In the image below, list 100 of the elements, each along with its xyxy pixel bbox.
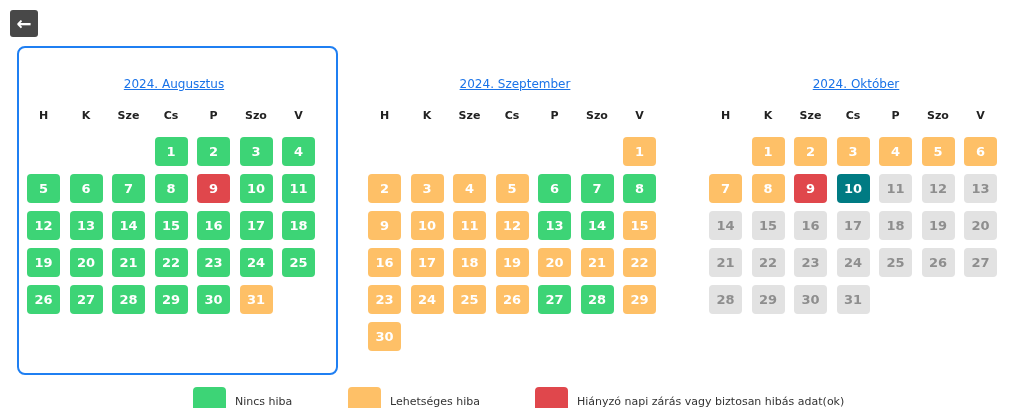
day-button[interactable]: 16	[197, 211, 230, 240]
day-button[interactable]: 10	[836, 174, 870, 203]
day-button[interactable]: 16	[794, 211, 827, 240]
day-button[interactable]: 9	[794, 174, 827, 203]
weekday-header: Szo	[244, 108, 268, 124]
weekday-header: H	[378, 108, 391, 124]
day-button[interactable]: 2	[794, 137, 827, 166]
day-button[interactable]: 8	[623, 174, 656, 203]
day-button[interactable]: 8	[751, 174, 785, 203]
day-button[interactable]: 29	[154, 285, 188, 314]
day-button[interactable]: 26	[27, 285, 60, 314]
day-button[interactable]: 7	[580, 174, 614, 203]
day-button[interactable]: 31	[836, 285, 870, 314]
day-button[interactable]: 26	[495, 285, 529, 314]
day-button[interactable]: 5	[495, 174, 529, 203]
day-button[interactable]: 18	[879, 211, 912, 240]
day-button[interactable]: 13	[538, 211, 571, 240]
day-button[interactable]: 12	[921, 174, 955, 203]
day-button[interactable]: 21	[580, 248, 614, 277]
day-button[interactable]: 12	[27, 211, 60, 240]
day-button[interactable]: 24	[410, 285, 444, 314]
day-button[interactable]: 13	[964, 174, 997, 203]
month-link[interactable]: 2024. Szeptember	[368, 74, 662, 94]
day-button[interactable]: 9	[368, 211, 401, 240]
day-button[interactable]: 21	[709, 248, 742, 277]
day-button[interactable]: 23	[794, 248, 827, 277]
day-button[interactable]: 2	[197, 137, 230, 166]
day-button[interactable]: 22	[623, 248, 656, 277]
day-button[interactable]: 25	[453, 285, 486, 314]
day-button[interactable]: 15	[623, 211, 656, 240]
day-button[interactable]: 28	[580, 285, 614, 314]
day-button[interactable]: 1	[623, 137, 656, 166]
day-button[interactable]: 4	[282, 137, 315, 166]
day-button[interactable]: 27	[69, 285, 103, 314]
day-button[interactable]: 20	[69, 248, 103, 277]
day-button[interactable]: 24	[239, 248, 273, 277]
day-button[interactable]: 31	[239, 285, 273, 314]
day-button[interactable]: 27	[964, 248, 997, 277]
day-button[interactable]: 17	[239, 211, 273, 240]
day-button[interactable]: 30	[368, 322, 401, 351]
day-button[interactable]: 24	[836, 248, 870, 277]
day-button[interactable]: 22	[751, 248, 785, 277]
day-button[interactable]: 23	[368, 285, 401, 314]
day-button[interactable]: 3	[239, 137, 273, 166]
day-button[interactable]: 11	[453, 211, 486, 240]
day-button[interactable]: 5	[921, 137, 955, 166]
day-button[interactable]: 10	[239, 174, 273, 203]
day-button[interactable]: 23	[197, 248, 230, 277]
legend-label: Nincs hiba	[235, 394, 293, 408]
day-button[interactable]: 26	[921, 248, 955, 277]
day-button[interactable]: 2	[368, 174, 401, 203]
day-button[interactable]: 30	[794, 285, 827, 314]
day-button[interactable]: 4	[453, 174, 486, 203]
day-button[interactable]: 7	[709, 174, 742, 203]
day-button[interactable]: 10	[410, 211, 444, 240]
day-button[interactable]: 17	[836, 211, 870, 240]
day-button[interactable]: 21	[112, 248, 145, 277]
day-button[interactable]: 4	[879, 137, 912, 166]
month-link[interactable]: 2024. Augusztus	[27, 74, 321, 94]
day-button[interactable]: 19	[921, 211, 955, 240]
day-button[interactable]: 14	[580, 211, 614, 240]
day-button[interactable]: 18	[453, 248, 486, 277]
day-button[interactable]: 17	[410, 248, 444, 277]
day-button[interactable]: 29	[623, 285, 656, 314]
day-button[interactable]: 14	[709, 211, 742, 240]
day-button[interactable]: 9	[197, 174, 230, 203]
day-button[interactable]: 18	[282, 211, 315, 240]
day-button[interactable]: 15	[154, 211, 188, 240]
day-button[interactable]: 3	[836, 137, 870, 166]
day-button[interactable]: 28	[112, 285, 145, 314]
day-button[interactable]: 11	[282, 174, 315, 203]
day-button[interactable]: 16	[368, 248, 401, 277]
day-button[interactable]: 15	[751, 211, 785, 240]
day-button[interactable]: 6	[538, 174, 571, 203]
day-button[interactable]: 20	[538, 248, 571, 277]
day-button[interactable]: 3	[410, 174, 444, 203]
day-button[interactable]: 1	[751, 137, 785, 166]
day-button[interactable]: 6	[964, 137, 997, 166]
weekday-header: Szo	[585, 108, 609, 124]
day-button[interactable]: 6	[69, 174, 103, 203]
month-link[interactable]: 2024. Október	[709, 74, 1003, 94]
day-button[interactable]: 25	[879, 248, 912, 277]
day-button[interactable]: 22	[154, 248, 188, 277]
day-button[interactable]: 20	[964, 211, 997, 240]
day-button[interactable]: 19	[495, 248, 529, 277]
day-button[interactable]: 1	[154, 137, 188, 166]
day-button[interactable]: 12	[495, 211, 529, 240]
back-button[interactable]: ←	[10, 10, 38, 37]
day-button[interactable]: 28	[709, 285, 742, 314]
day-button[interactable]: 29	[751, 285, 785, 314]
day-button[interactable]: 5	[27, 174, 60, 203]
day-button[interactable]: 30	[197, 285, 230, 314]
day-button[interactable]: 7	[112, 174, 145, 203]
day-button[interactable]: 27	[538, 285, 571, 314]
day-button[interactable]: 11	[879, 174, 912, 203]
day-button[interactable]: 19	[27, 248, 60, 277]
day-button[interactable]: 14	[112, 211, 145, 240]
day-button[interactable]: 8	[154, 174, 188, 203]
day-button[interactable]: 25	[282, 248, 315, 277]
day-button[interactable]: 13	[69, 211, 103, 240]
